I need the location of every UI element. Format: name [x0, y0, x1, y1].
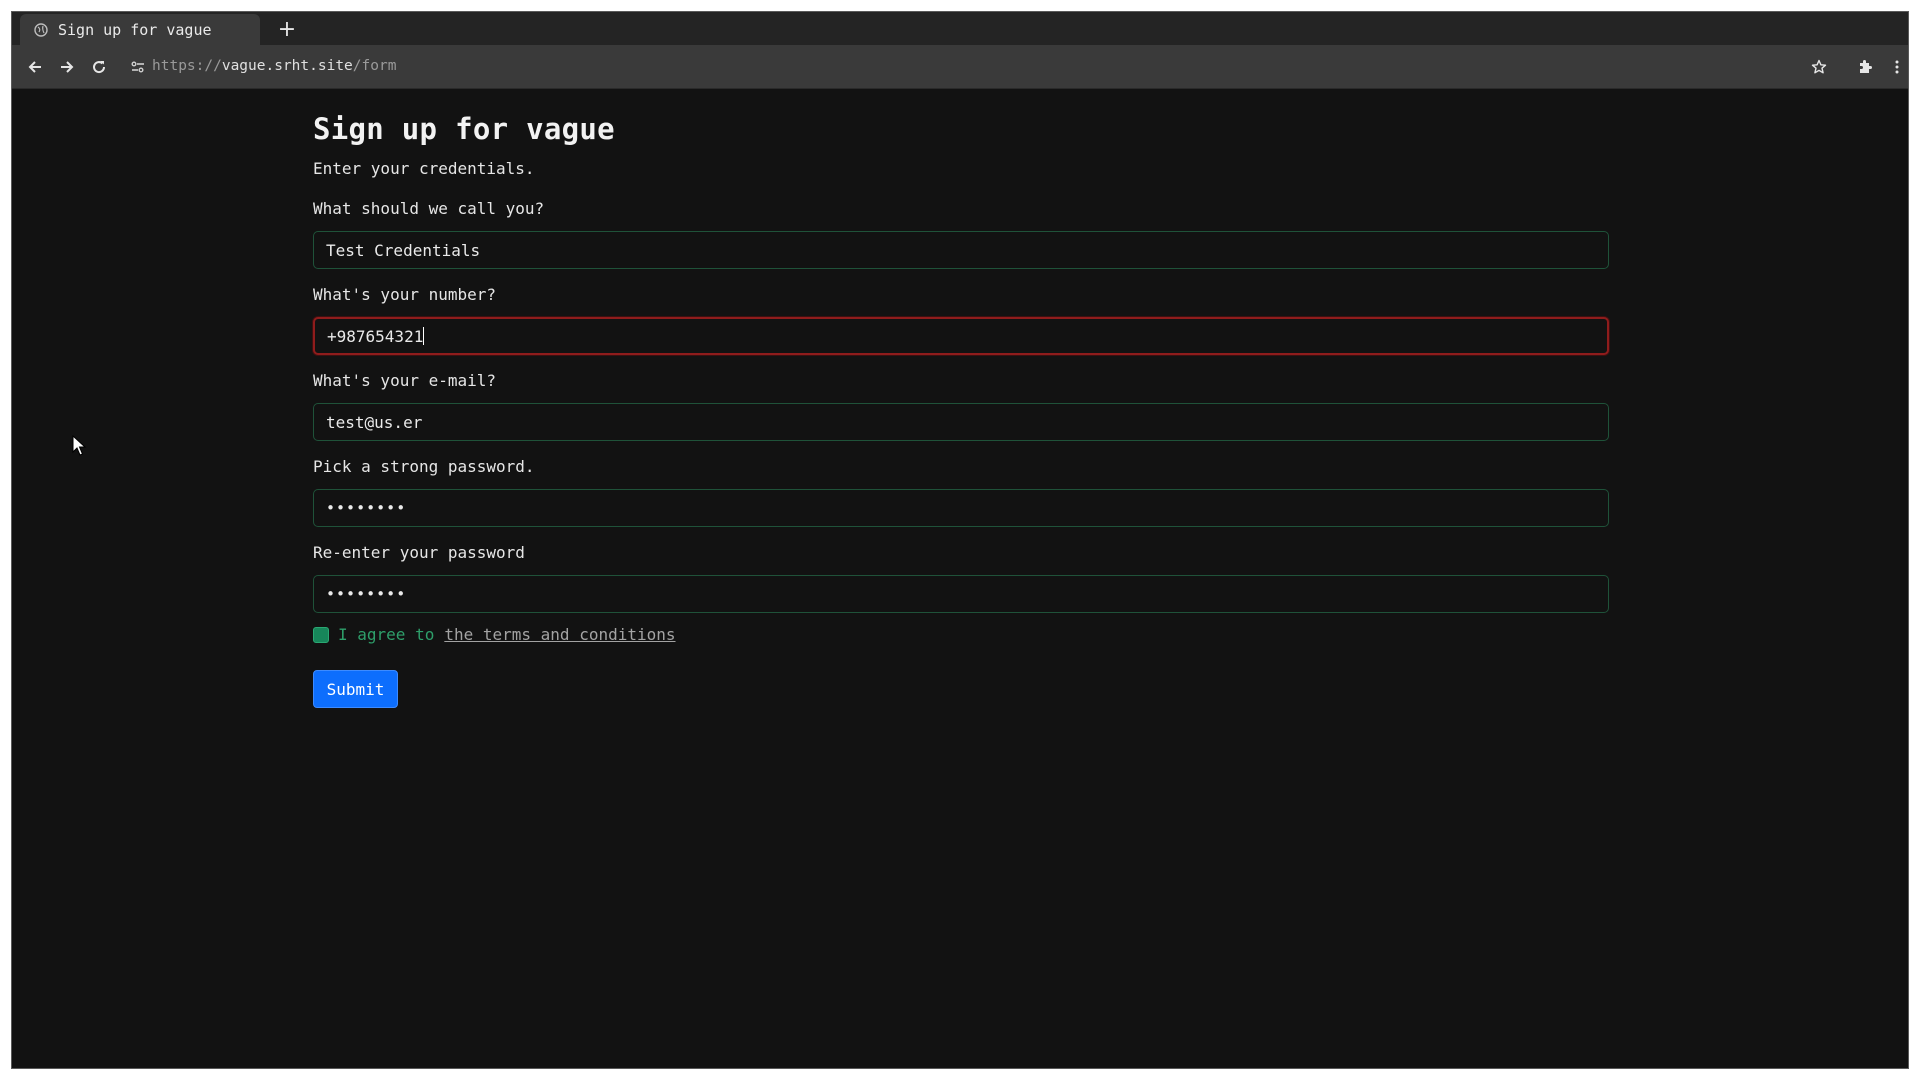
reenter-password-dots: •••••••• — [326, 585, 407, 603]
url-host: vague.srht.site — [221, 58, 353, 74]
reenter-password-label: Re-enter your password — [313, 543, 525, 562]
password-label: Pick a strong password. — [313, 457, 535, 476]
page-content: Sign up for vague Enter your credentials… — [12, 90, 1908, 1068]
terms-link[interactable]: the terms and conditions — [444, 625, 675, 644]
url-path: /form — [352, 58, 397, 74]
email-label: What's your e-mail? — [313, 371, 497, 390]
puzzle-icon — [1860, 60, 1872, 73]
globe-icon — [34, 22, 48, 37]
bookmark-button[interactable] — [1808, 56, 1830, 78]
reenter-password-field[interactable]: •••••••• — [313, 575, 1609, 613]
star-icon — [1811, 59, 1827, 74]
submit-button[interactable]: Submit — [313, 670, 398, 708]
arrow-left-icon — [28, 61, 41, 73]
kebab-menu-icon — [1895, 60, 1899, 74]
number-label: What's your number? — [313, 285, 497, 304]
agree-text: I agree to — [338, 625, 435, 644]
extensions-button[interactable] — [1854, 56, 1876, 78]
terms-agreement: I agree to the terms and conditions — [313, 625, 676, 644]
site-info-icon[interactable] — [130, 59, 146, 75]
tab-strip: Sign up for vague + — [12, 12, 1908, 45]
menu-button[interactable] — [1886, 56, 1908, 78]
page-title: Sign up for vague — [313, 112, 615, 146]
terms-checkbox[interactable] — [313, 626, 329, 643]
arrow-right-icon — [61, 61, 74, 73]
browser-toolbar: https://vague.srht.site/form — [12, 45, 1908, 89]
browser-tab[interactable]: Sign up for vague — [20, 14, 260, 45]
browser-window: Sign up for vague + https://vague.srht.s… — [11, 11, 1909, 1069]
reload-button[interactable] — [88, 56, 110, 78]
number-field[interactable]: +987654321 — [313, 317, 1609, 355]
page-subtitle: Enter your credentials. — [313, 159, 535, 178]
number-value: +987654321 — [327, 326, 424, 346]
mouse-cursor-icon — [72, 435, 87, 456]
address-bar[interactable]: https://vague.srht.site/form — [152, 58, 396, 74]
text-caret — [423, 327, 425, 345]
reload-icon — [93, 61, 106, 74]
password-dots: •••••••• — [326, 499, 407, 517]
email-field[interactable] — [313, 403, 1609, 441]
password-field[interactable]: •••••••• — [313, 489, 1609, 527]
forward-button[interactable] — [56, 56, 78, 78]
name-field[interactable] — [313, 231, 1609, 269]
new-tab-button[interactable]: + — [274, 16, 300, 42]
back-button[interactable] — [24, 56, 46, 78]
name-label: What should we call you? — [313, 199, 545, 218]
url-scheme: https:// — [152, 58, 222, 74]
tab-title: Sign up for vague — [58, 20, 212, 39]
